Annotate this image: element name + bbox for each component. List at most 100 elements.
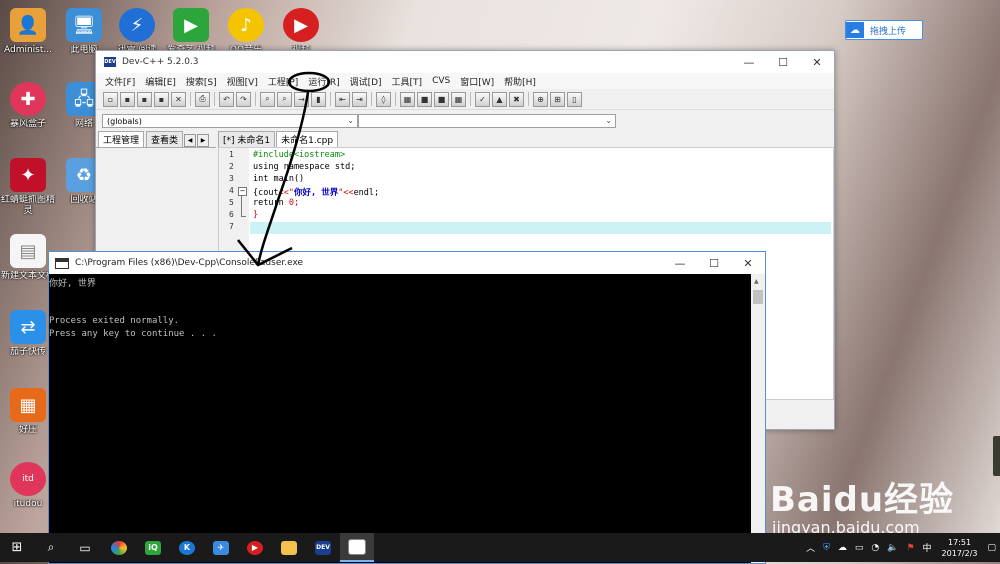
baidu-upload-button[interactable]: ☁ 拖拽上传 — [845, 20, 923, 40]
volume-icon[interactable]: 🔈 — [883, 543, 902, 553]
tab-scroll-right-icon[interactable]: ▶ — [197, 134, 210, 147]
scroll-thumb[interactable] — [753, 290, 763, 304]
taskbar-app-kugou[interactable]: K — [170, 533, 204, 562]
menu-tools[interactable]: 工具[T] — [387, 75, 428, 88]
color-wheel-icon — [111, 540, 127, 555]
handdrawn-arrow-head — [237, 239, 293, 267]
side-panel-handle[interactable] — [993, 436, 1000, 476]
search-button[interactable]: ⌕ — [34, 533, 68, 562]
run-icon[interactable]: ■ — [417, 91, 432, 107]
taskbar-app-video[interactable]: ▶ — [238, 533, 272, 562]
menu-debug[interactable]: 调试[D] — [345, 75, 387, 88]
devcpp-app-icon: DEV — [104, 57, 116, 67]
tray-expand-icon[interactable]: ︿ — [802, 541, 819, 554]
ime-indicator[interactable]: 中 — [919, 541, 936, 554]
member-combo[interactable]: ⌄ — [358, 114, 616, 128]
taskbar-app-iqiyi[interactable]: iQ — [136, 533, 170, 562]
stop-icon[interactable]: ✖ — [509, 91, 524, 107]
folder-icon — [281, 540, 297, 555]
desktop-icon-dragonfly[interactable]: ✦ 红蜻蜓抓图精灵 — [0, 158, 56, 217]
console-app-icon — [55, 257, 69, 269]
console-window[interactable]: C:\Program Files (x86)\Dev-Cpp\ConsolePa… — [48, 251, 766, 564]
project-new-icon[interactable]: ⊕ — [533, 91, 548, 107]
flag-icon[interactable]: ⚑ — [902, 543, 918, 553]
taskbar-app-explorer[interactable] — [272, 533, 306, 562]
tab-scroll-left-icon[interactable]: ◀ — [184, 134, 197, 147]
tab-class-browser[interactable]: 查看类 — [146, 131, 184, 147]
devcpp-titlebar[interactable]: DEV Dev-C++ 5.2.0.3 — ☐ ✕ — [96, 51, 834, 73]
computer-icon: 🖥 — [66, 8, 102, 42]
project-add-icon[interactable]: ⊞ — [550, 91, 565, 107]
cloud-icon: ☁ — [846, 22, 864, 38]
debug-icon[interactable]: ▲ — [492, 91, 507, 107]
menu-file[interactable]: 文件[F] — [100, 75, 140, 88]
compile-run-icon[interactable]: ■ — [434, 91, 449, 107]
game-box-icon: ✚ — [10, 82, 46, 116]
compile-icon[interactable]: ▦ — [400, 91, 415, 107]
taskbar: ⊞ ⌕ ▭ iQ K ✈ ▶ DEV ︿ ⛨ ☁ ▭ ◔ 🔈 ⚑ 中 17:51… — [0, 533, 1000, 562]
taskbar-app-bird[interactable]: ✈ — [204, 533, 238, 562]
minimize-button[interactable]: — — [732, 51, 766, 73]
kugou-icon: K — [179, 540, 195, 555]
minimize-button[interactable]: — — [663, 252, 697, 274]
cloud-tray-icon[interactable]: ☁ — [834, 543, 851, 553]
menu-window[interactable]: 窗口[W] — [455, 75, 499, 88]
help-book-icon[interactable]: ▯ — [567, 91, 582, 107]
iqiyi-icon: iQ — [145, 540, 161, 555]
toggle-comment-icon[interactable]: ◊ — [376, 91, 391, 107]
desktop-icon-administrator[interactable]: 👤 Administ... — [0, 8, 56, 67]
new-file-icon[interactable]: ▫ — [103, 91, 118, 107]
toolbar-separator — [371, 92, 372, 106]
maximize-button[interactable]: ☐ — [697, 252, 731, 274]
task-view-button[interactable]: ▭ — [68, 533, 102, 562]
console-titlebar[interactable]: C:\Program Files (x86)\Dev-Cpp\ConsolePa… — [49, 252, 765, 274]
start-button[interactable]: ⊞ — [0, 533, 34, 562]
open-file-icon[interactable]: ▪ — [120, 91, 135, 107]
close-file-icon[interactable]: ✕ — [171, 91, 186, 107]
play-icon: ▶ — [283, 8, 319, 42]
menu-edit[interactable]: 编辑[E] — [140, 75, 181, 88]
xunlei-icon: ⚡ — [119, 8, 155, 42]
taskbar-app-devcpp[interactable]: DEV — [306, 533, 340, 562]
menu-cvs[interactable]: CVS — [427, 76, 455, 86]
menu-help[interactable]: 帮助[H] — [499, 75, 541, 88]
bird-icon: ✈ — [213, 540, 229, 555]
rebuild-icon[interactable]: ▦ — [451, 91, 466, 107]
toolbar-separator — [395, 92, 396, 106]
taskbar-app-console[interactable] — [340, 533, 374, 562]
music-icon: ♪ — [228, 8, 264, 42]
unindent-icon[interactable]: ⇥ — [352, 91, 367, 107]
play-icon: ▶ — [247, 540, 263, 555]
shield-icon[interactable]: ⛨ — [819, 543, 834, 553]
close-button[interactable]: ✕ — [800, 51, 834, 73]
handdrawn-circle — [287, 71, 331, 93]
baidu-upload-label: 拖拽上传 — [870, 26, 907, 37]
battery-icon[interactable]: ▭ — [851, 543, 868, 553]
close-button[interactable]: ✕ — [731, 252, 765, 274]
devcpp-title: Dev-C++ 5.2.0.3 — [122, 57, 199, 67]
clock[interactable]: 17:51 2017/2/3 — [936, 537, 984, 559]
check-icon[interactable]: ✓ — [475, 91, 490, 107]
tab-project-manager[interactable]: 工程管理 — [98, 131, 145, 147]
class-combo-value: (globals) — [107, 116, 142, 126]
print-icon[interactable]: ⎙ — [195, 91, 210, 107]
console-icon — [348, 538, 366, 555]
clock-date: 2017/2/3 — [941, 548, 978, 558]
task-view-icon: ▭ — [79, 540, 91, 555]
toolbar-separator — [528, 92, 529, 106]
save-icon[interactable]: ▪ — [137, 91, 152, 107]
tv-icon: ▶ — [173, 8, 209, 42]
taskbar-app-chrome[interactable] — [102, 533, 136, 562]
console-scrollbar[interactable]: ▲ — [751, 274, 765, 563]
scroll-up-icon[interactable]: ▲ — [754, 278, 759, 285]
handdrawn-arrow-annotation — [237, 71, 331, 267]
console-output-line: 你好, 世界 — [49, 279, 96, 289]
desktop-icon-baofeng[interactable]: ✚ 暴风盒子 — [0, 82, 56, 141]
itudou-icon: itd — [10, 462, 46, 496]
menu-search[interactable]: 搜索[S] — [181, 75, 222, 88]
notifications-icon[interactable]: ▢ — [983, 543, 1000, 553]
clock-time: 17:51 — [947, 537, 972, 547]
network-tray-icon[interactable]: ◔ — [867, 543, 883, 553]
maximize-button[interactable]: ☐ — [766, 51, 800, 73]
save-all-icon[interactable]: ▪ — [154, 91, 169, 107]
